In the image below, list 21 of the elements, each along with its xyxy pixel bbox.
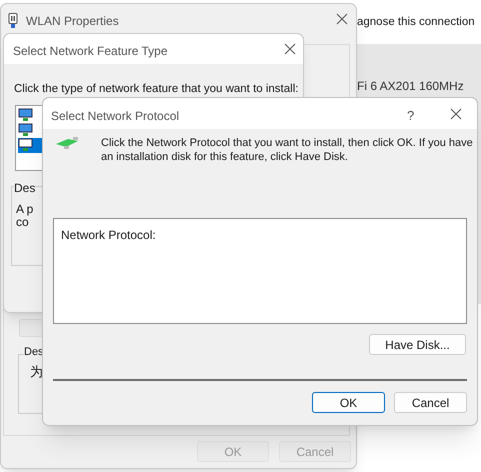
dialog-title: Select Network Feature Type: [13, 43, 168, 60]
window-title: WLAN Properties: [26, 13, 119, 30]
instruction-text: Click the Network Protocol that you want to install, then click OK. If you have an installation disk for this feature, click Have Disk.: [101, 136, 474, 164]
list-heading: Network Protocol:: [61, 227, 156, 244]
close-button[interactable]: [283, 42, 297, 56]
description-text: 为: [30, 363, 43, 381]
close-button[interactable]: [335, 12, 349, 26]
have-disk-button[interactable]: Have Disk...: [369, 334, 466, 355]
link-text[interactable]: agnose this connection: [357, 14, 475, 32]
description-text: A p: [16, 201, 34, 218]
dialog-title: Select Network Protocol: [51, 108, 180, 125]
adapter-icon: [8, 13, 18, 29]
instruction-text: Click the type of network feature that you want to install:: [14, 83, 298, 96]
protocol-list[interactable]: Network Protocol:: [53, 218, 467, 324]
cable-icon: [54, 135, 80, 151]
adapter-name: Fi 6 AX201 160MHz: [357, 78, 464, 95]
description-text: co: [16, 215, 29, 231]
close-button[interactable]: [449, 107, 463, 121]
dialog-button[interactable]: OK: [312, 392, 385, 413]
dialog-button[interactable]: Cancel: [394, 392, 467, 413]
help-button[interactable]: ?: [407, 106, 414, 126]
